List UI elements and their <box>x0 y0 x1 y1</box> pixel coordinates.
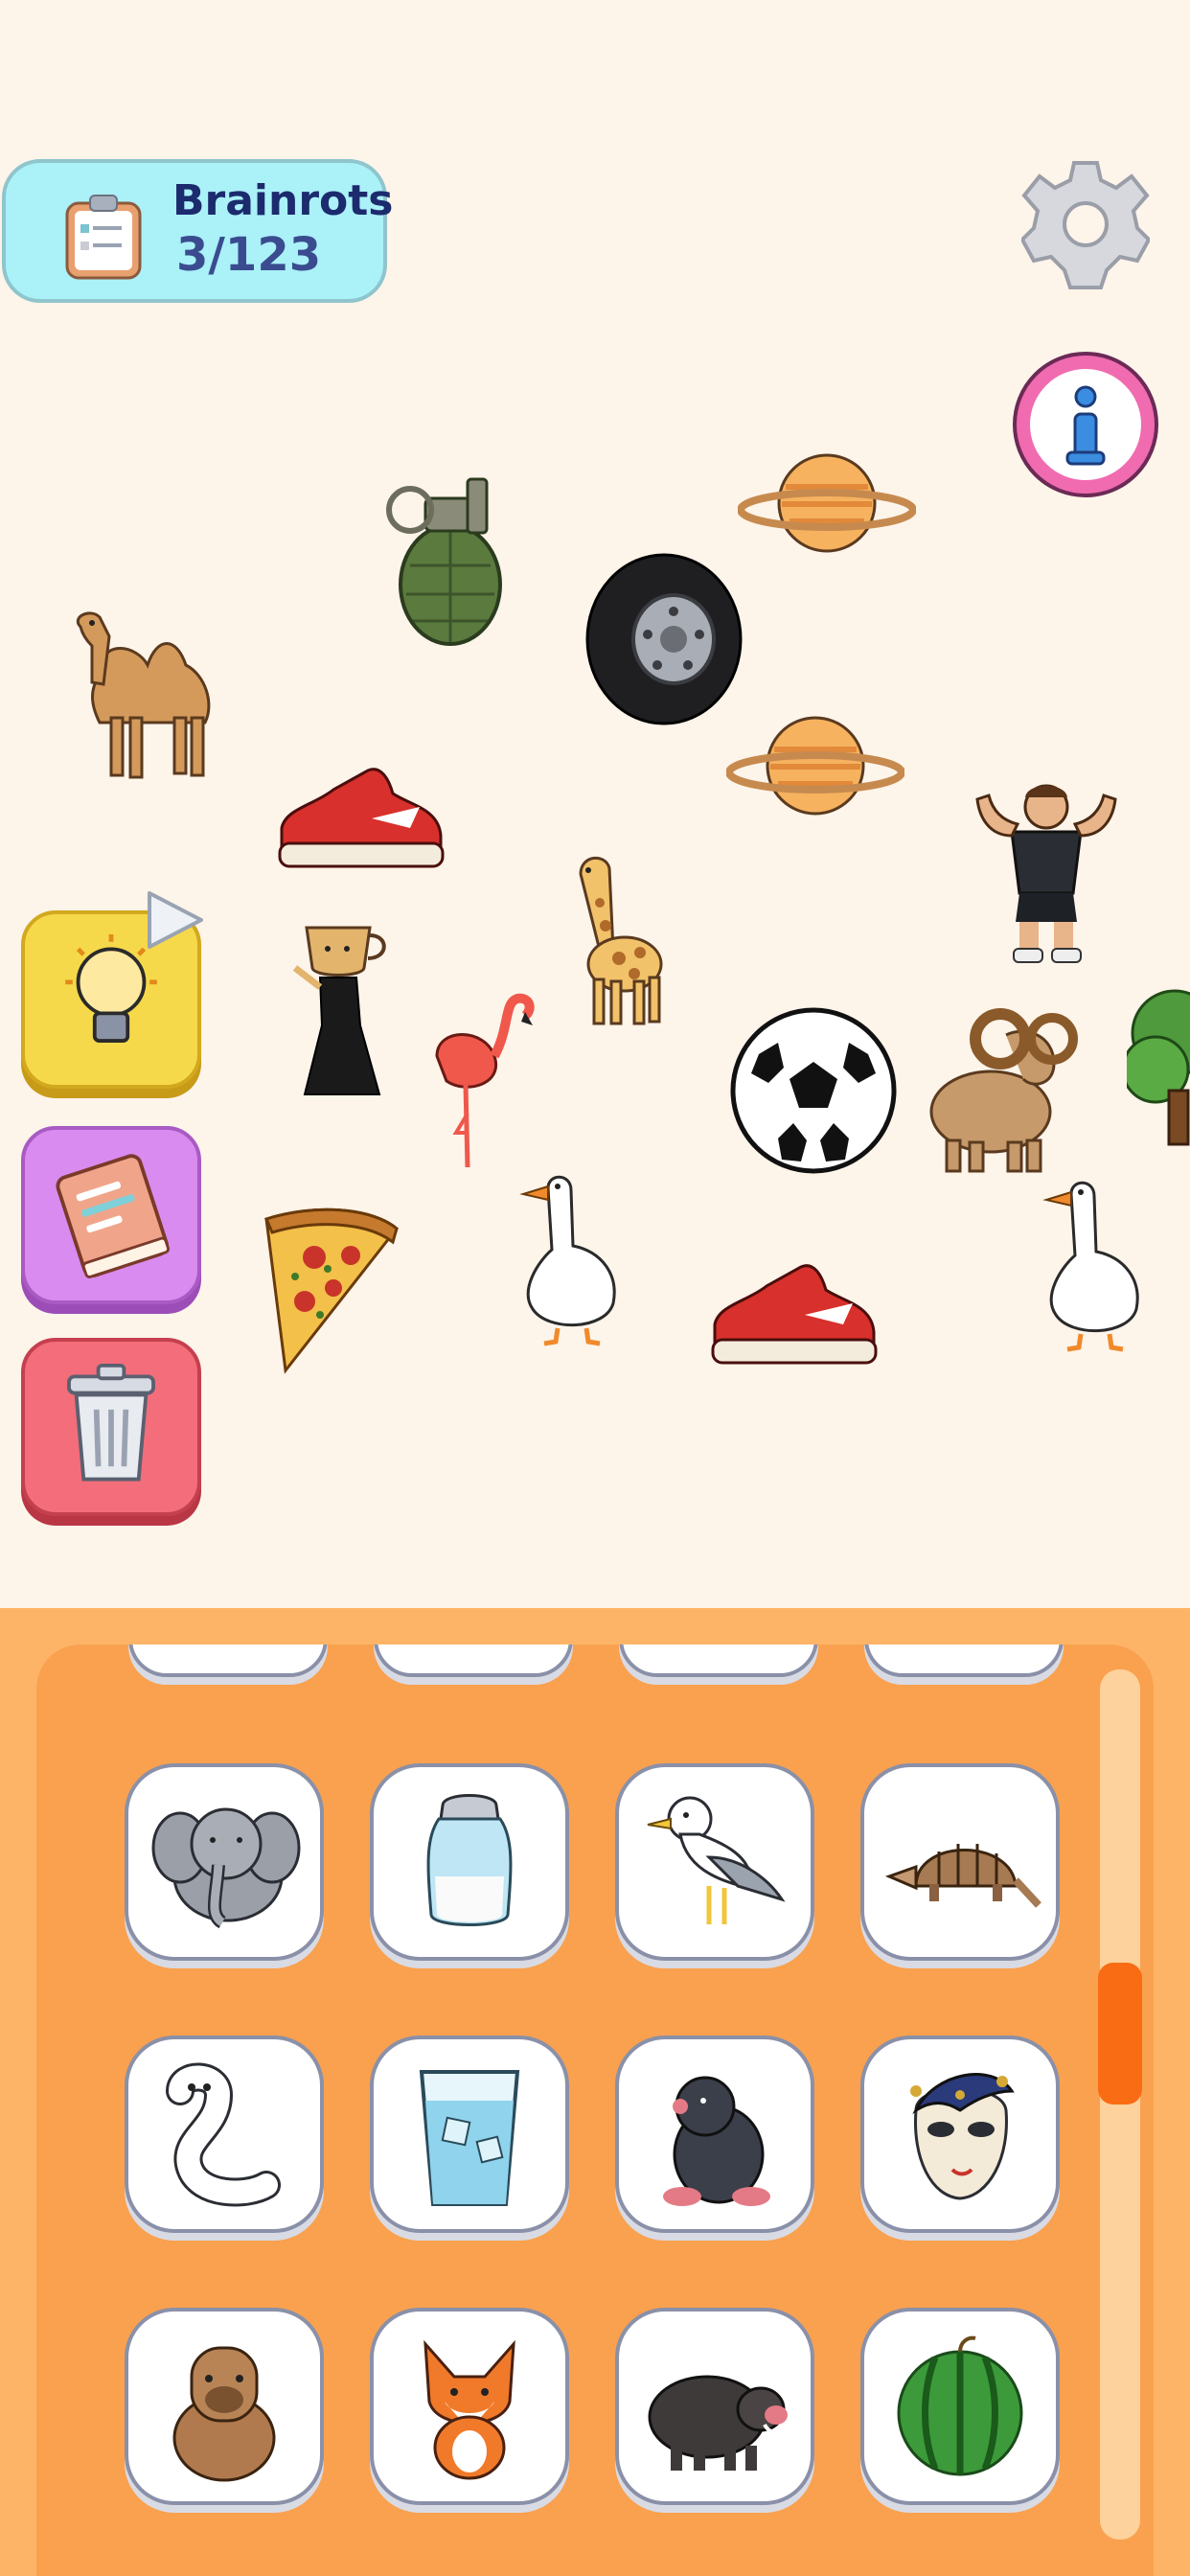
inventory-tile-watermelon[interactable] <box>860 2308 1060 2505</box>
brainrots-counter[interactable]: Brainrots 3/123 <box>2 159 393 303</box>
inventory-tile-boar[interactable] <box>615 2308 814 2505</box>
flamingo-icon[interactable] <box>418 989 537 1171</box>
inventory-tray <box>0 1608 1190 2576</box>
play-icon[interactable] <box>140 887 207 954</box>
inventory-tile-worm[interactable] <box>125 2036 324 2233</box>
goose-icon[interactable] <box>510 1169 623 1347</box>
goose-icon[interactable] <box>1033 1175 1146 1353</box>
inventory-scrollbar-thumb[interactable] <box>1098 1963 1142 2104</box>
trash-icon <box>67 1363 155 1482</box>
clipboard-icon <box>65 195 142 280</box>
ram-icon[interactable] <box>920 997 1081 1175</box>
inventory-tile-elephant[interactable] <box>125 1763 324 1961</box>
inventory-tile-carnival-mask[interactable] <box>860 2036 1060 2233</box>
tire-icon[interactable] <box>583 550 745 728</box>
pizza-slice-icon[interactable] <box>257 1200 402 1376</box>
book-icon <box>56 1154 170 1278</box>
inventory-scrollbar-track[interactable] <box>1100 1669 1140 2540</box>
salt-shaker-icon <box>426 1794 513 1926</box>
gear-icon[interactable] <box>1021 155 1150 293</box>
inventory-tile-seagull[interactable] <box>615 1763 814 1961</box>
trash-button[interactable] <box>21 1338 201 1516</box>
giraffe-icon[interactable] <box>561 845 669 1027</box>
game-board: Brainrots 3/123 <box>0 0 1190 1608</box>
watermelon-icon <box>897 2335 1023 2476</box>
camel-icon[interactable] <box>61 598 232 786</box>
inventory-grid[interactable] <box>36 1644 1154 2576</box>
book-button[interactable] <box>21 1126 201 1304</box>
sneaker-icon[interactable] <box>709 1248 880 1370</box>
worm-icon <box>166 2062 281 2207</box>
carnival-mask-icon <box>910 2073 1015 2200</box>
inventory-tile-fox[interactable] <box>370 2308 569 2505</box>
tree-icon[interactable] <box>1127 976 1190 1154</box>
glass-of-water-icon <box>419 2070 520 2206</box>
coffee-cup-lady-icon[interactable] <box>287 920 400 1098</box>
counter-count: 3/123 <box>176 228 322 282</box>
inventory-tile[interactable] <box>374 1644 573 1677</box>
inventory-tile[interactable] <box>128 1644 328 1677</box>
inventory-tile-mole[interactable] <box>615 2036 814 2233</box>
fox-icon <box>423 2339 515 2480</box>
bodybuilder-icon[interactable] <box>960 778 1133 966</box>
inventory-tile[interactable] <box>619 1644 818 1677</box>
inventory-tile-capybara[interactable] <box>125 2308 324 2505</box>
elephant-icon <box>151 1807 301 1929</box>
planet-icon[interactable] <box>726 711 904 820</box>
armadillo-icon <box>884 1844 1041 1908</box>
seagull-icon <box>647 1796 786 1924</box>
capybara-icon <box>172 2346 276 2482</box>
grenade-icon[interactable] <box>381 470 512 648</box>
inventory-tile[interactable] <box>864 1644 1064 1677</box>
mole-icon <box>663 2076 770 2206</box>
boar-icon <box>648 2375 788 2471</box>
info-icon[interactable] <box>1010 349 1161 500</box>
inventory-tile-salt-shaker[interactable] <box>370 1763 569 1961</box>
sneaker-icon[interactable] <box>276 751 446 874</box>
inventory-tile-glass-of-water[interactable] <box>370 2036 569 2233</box>
planet-icon[interactable] <box>738 448 916 558</box>
inventory-tile-armadillo[interactable] <box>860 1763 1060 1961</box>
soccer-ball-icon[interactable] <box>730 1006 897 1175</box>
counter-title: Brainrots <box>172 176 394 225</box>
